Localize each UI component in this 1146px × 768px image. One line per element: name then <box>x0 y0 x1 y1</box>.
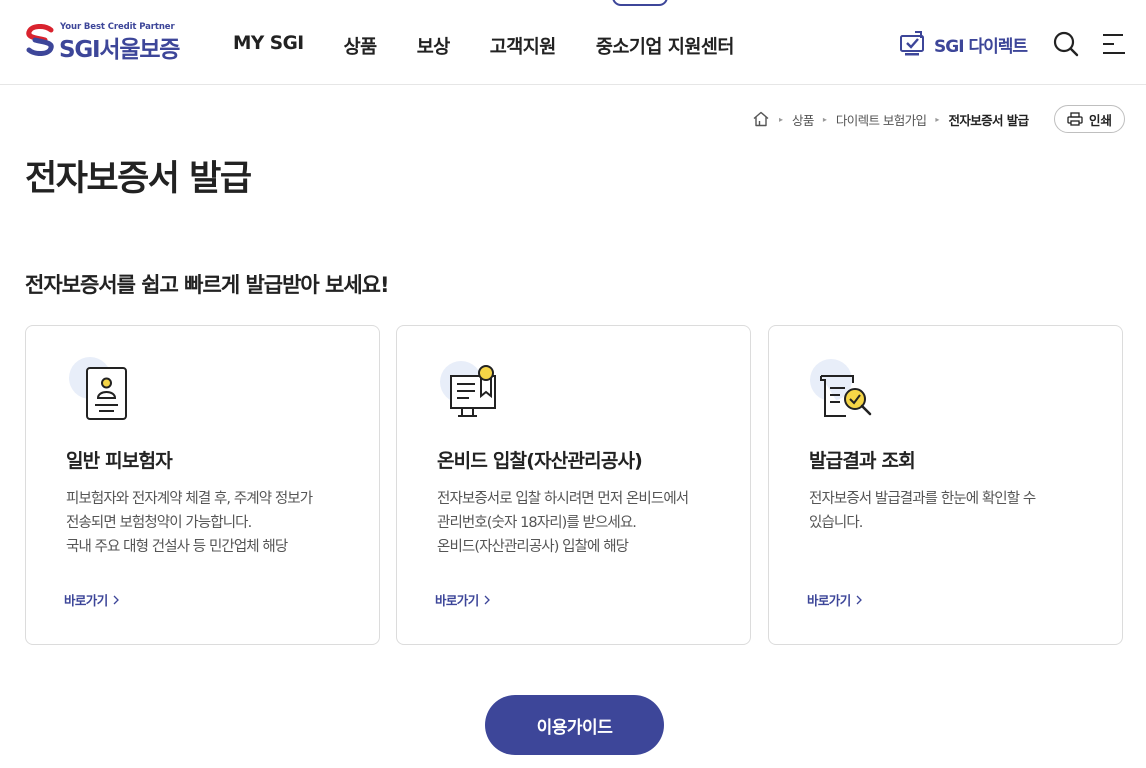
card-description-line: 온비드(자산관리공사) 입찰에 해당 <box>437 539 629 555</box>
print-button[interactable]: 인쇄 <box>1054 105 1125 133</box>
card-title: 일반 피보험자 <box>66 450 173 472</box>
card-onbid-bid: 온비드 입찰(자산관리공사) 전자보증서로 입찰 하시려면 먼저 온비드에서 관… <box>396 325 751 645</box>
sgi-logo[interactable]: Your Best Credit Partner SGI서울보증 <box>25 22 190 63</box>
card-description-line: 관리번호(숫자 18자리)를 받으세요. <box>437 515 637 531</box>
chevron-right-icon: ▸ <box>935 114 940 124</box>
card-description: 전자보증서 발급결과를 한눈에 확인할 수 있습니다. <box>809 487 1099 535</box>
breadcrumb-item-direct[interactable]: 다이렉트 보험가입 <box>836 110 927 129</box>
card-description-line: 있습니다. <box>809 515 863 531</box>
card-go-link[interactable]: 바로가기 <box>435 590 490 609</box>
usage-guide-button[interactable]: 이용가이드 <box>485 695 664 755</box>
chevron-right-icon <box>113 595 119 604</box>
sgi-direct-label: SGI 다이렉트 <box>934 36 1028 57</box>
sgi-logo-mark-icon <box>26 24 54 56</box>
site-header: Your Best Credit Partner SGI서울보증 MY SGI … <box>0 0 1146 85</box>
card-description-line: 피보험자와 전자계약 체결 후, 주계약 정보가 <box>66 491 313 507</box>
card-link-label: 바로가기 <box>64 593 108 608</box>
card-description: 전자보증서로 입찰 하시려면 먼저 온비드에서 관리번호(숫자 18자리)를 받… <box>437 487 727 559</box>
card-description-line: 전자보증서 발급결과를 한눈에 확인할 수 <box>809 491 1036 507</box>
card-issue-result: 발급결과 조회 전자보증서 발급결과를 한눈에 확인할 수 있습니다. 바로가기 <box>768 325 1123 645</box>
nav-item-support[interactable]: 고객지원 <box>490 33 557 59</box>
chevron-right-icon: ▸ <box>822 114 827 124</box>
card-go-link[interactable]: 바로가기 <box>807 590 862 609</box>
card-title: 온비드 입찰(자산관리공사) <box>437 450 643 472</box>
card-description: 피보험자와 전자계약 체결 후, 주계약 정보가 전송되면 보험청약이 가능합니… <box>66 487 356 559</box>
card-description-line: 전자보증서로 입찰 하시려면 먼저 온비드에서 <box>437 491 689 507</box>
breadcrumb-home[interactable] <box>752 110 770 128</box>
intro-heading: 전자보증서를 쉽고 빠르게 발급받아 보세요! <box>25 273 390 297</box>
breadcrumb-item-current: 전자보증서 발급 <box>948 112 1029 128</box>
sgi-direct-link[interactable]: SGI 다이렉트 <box>899 30 1028 58</box>
monitor-check-icon <box>900 31 924 56</box>
document-search-check-icon <box>810 359 872 417</box>
card-link-label: 바로가기 <box>435 593 479 608</box>
nav-item-products[interactable]: 상품 <box>344 33 378 59</box>
logo-wordmark: SGI서울보증 <box>59 37 180 63</box>
certificate-award-icon <box>440 361 496 417</box>
top-toggle-tab[interactable] <box>612 0 668 6</box>
card-description-line: 국내 주요 대형 건설사 등 민간업체 해당 <box>66 539 288 555</box>
card-title: 발급결과 조회 <box>809 450 916 472</box>
search-button[interactable] <box>1053 30 1079 58</box>
chevron-right-icon: ▸ <box>779 114 784 124</box>
chevron-right-icon <box>484 595 490 604</box>
print-label: 인쇄 <box>1088 112 1112 128</box>
card-link-label: 바로가기 <box>807 593 851 608</box>
chevron-right-icon <box>856 595 862 604</box>
breadcrumb-item-products[interactable]: 상품 <box>792 110 814 129</box>
hamburger-menu-icon <box>1103 34 1125 54</box>
search-icon <box>1053 31 1079 57</box>
nav-item-my-sgi[interactable]: MY SGI <box>233 33 304 59</box>
page-title: 전자보증서 발급 <box>25 159 252 199</box>
nav-item-claims[interactable]: 보상 <box>417 33 451 59</box>
home-icon <box>753 111 769 127</box>
card-go-link[interactable]: 바로가기 <box>64 590 119 609</box>
breadcrumb: ▸ 상품 ▸ 다이렉트 보험가입 ▸ 전자보증서 발급 <box>752 109 1029 129</box>
main-nav: MY SGI 상품 보상 고객지원 중소기업 지원센터 <box>233 33 774 59</box>
nav-item-sme-center[interactable]: 중소기업 지원센터 <box>596 33 735 59</box>
id-card-person-icon <box>69 357 127 420</box>
printer-icon <box>1067 112 1083 126</box>
card-description-line: 전송되면 보험청약이 가능합니다. <box>66 515 252 531</box>
menu-button[interactable] <box>1101 31 1127 57</box>
card-general-insured: 일반 피보험자 피보험자와 전자계약 체결 후, 주계약 정보가 전송되면 보험… <box>25 325 380 645</box>
